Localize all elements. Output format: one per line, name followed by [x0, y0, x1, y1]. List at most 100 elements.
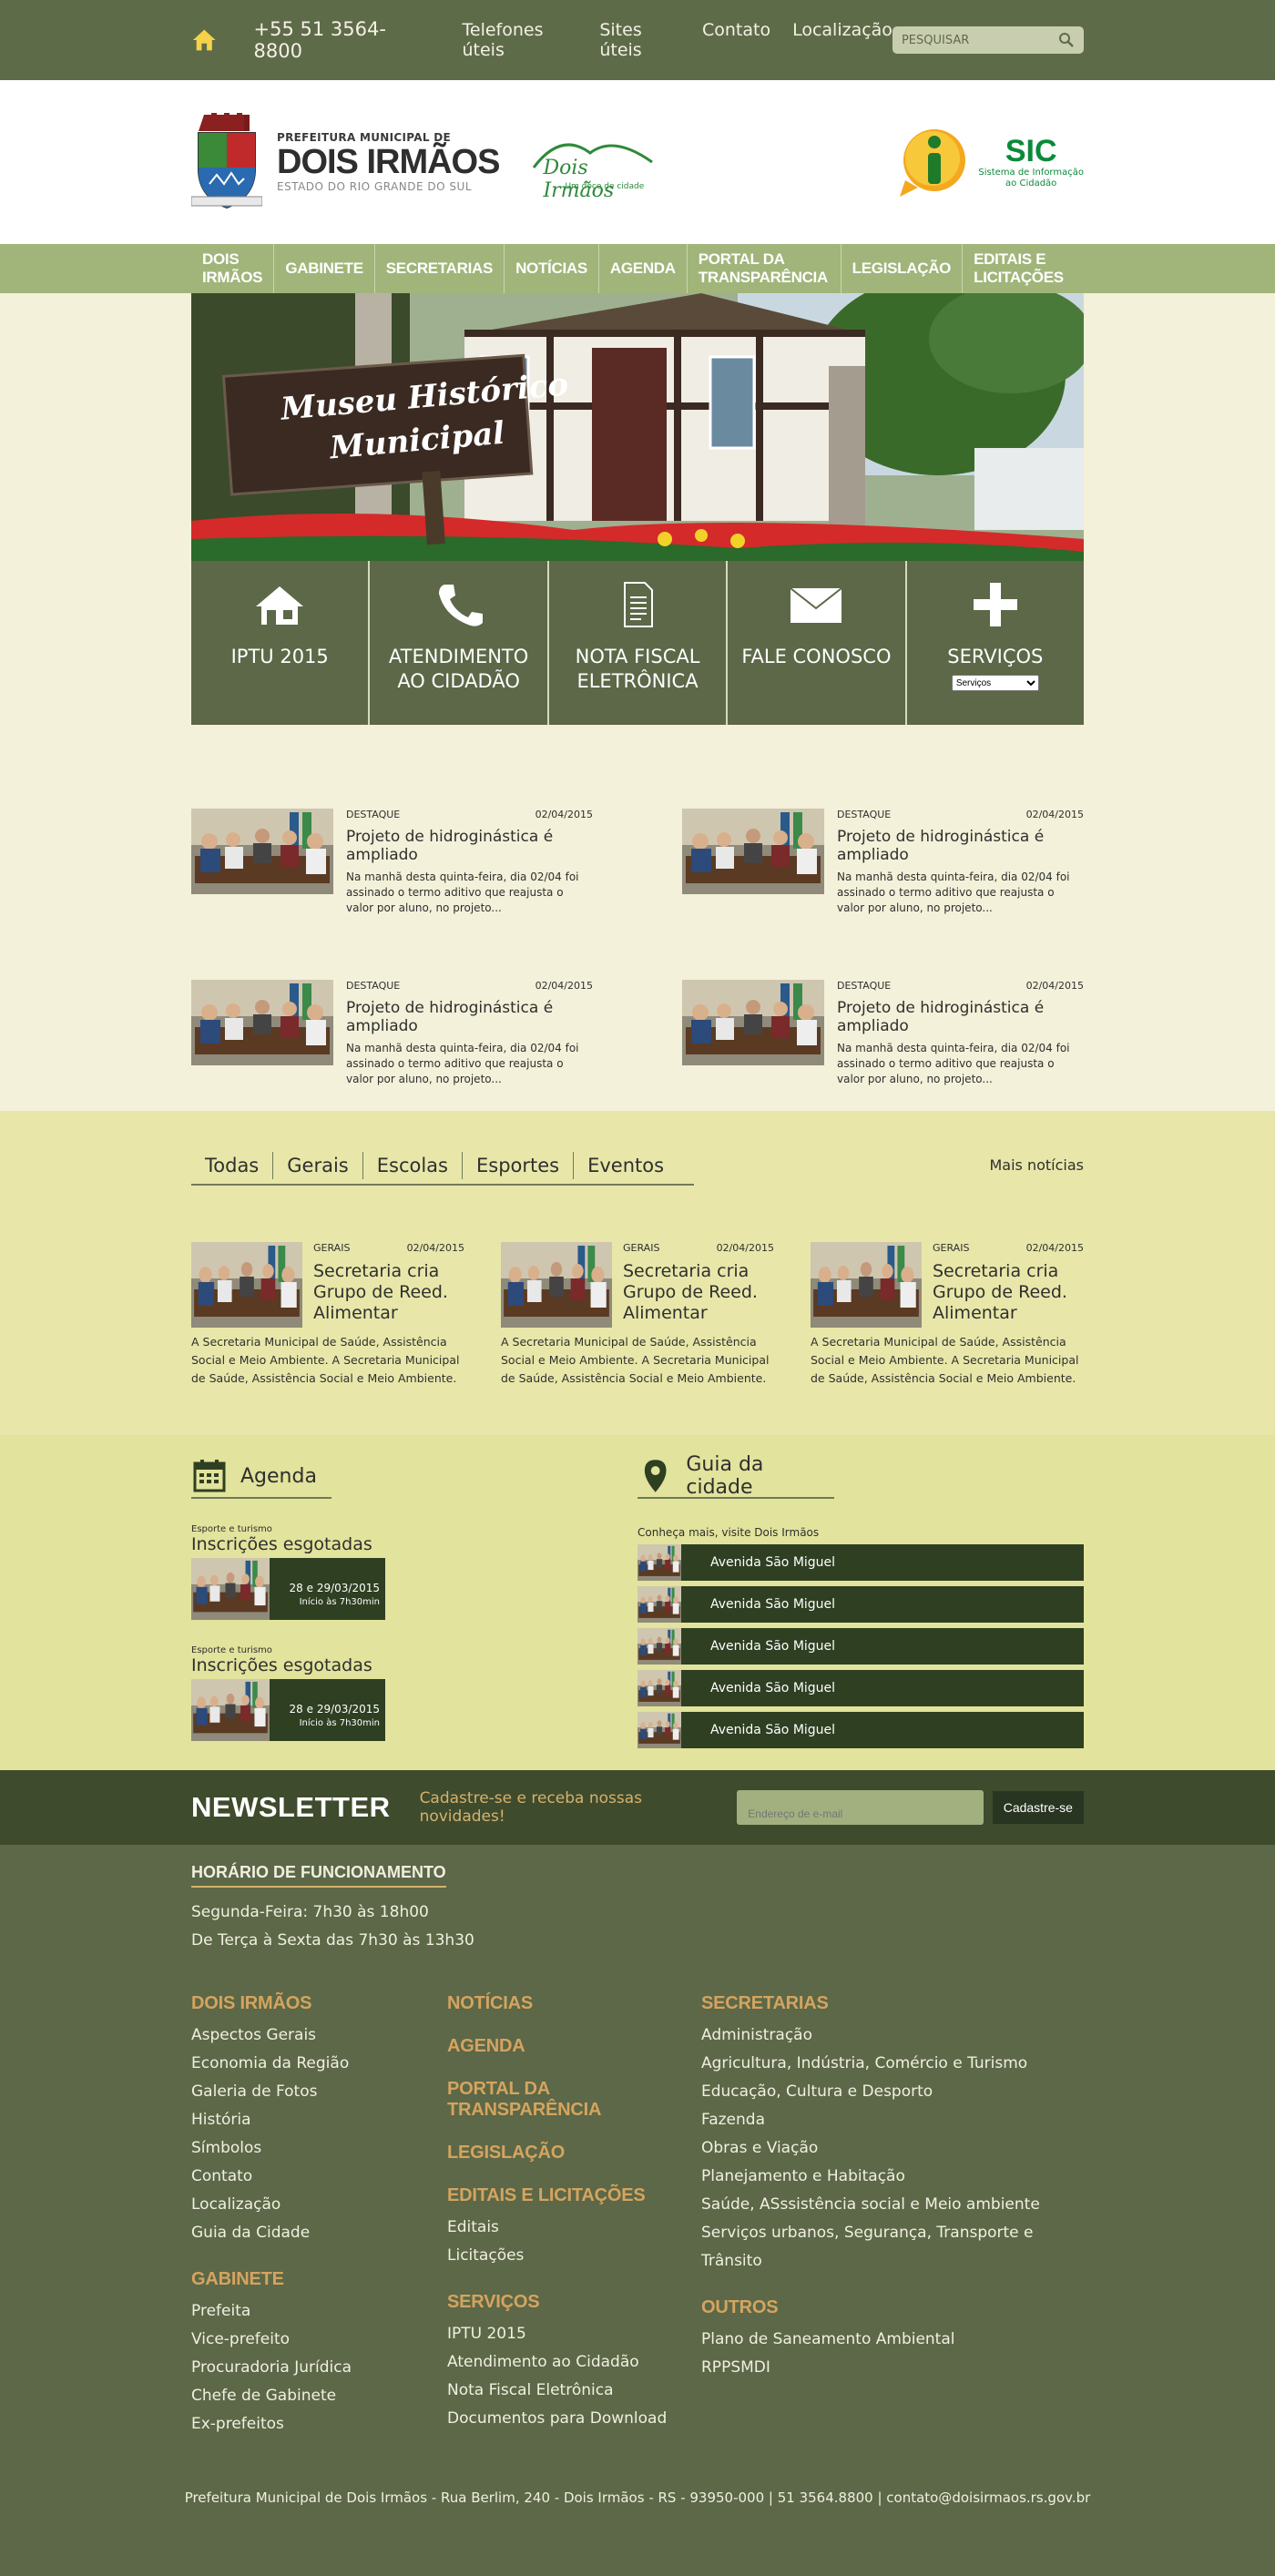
guide-item[interactable]: Avenida São Miguel	[638, 1544, 1084, 1581]
footer-heading[interactable]: Dois Irmãos	[191, 1993, 447, 2014]
news-card[interactable]: DESTAQUE 02/04/2015 Projeto de hidroginást…	[191, 980, 593, 1085]
guide-item[interactable]: Avenida São Miguel	[638, 1586, 1084, 1623]
guide-item[interactable]: Avenida São Miguel	[638, 1670, 1084, 1706]
footer-link[interactable]: Procuradoria Jurídica	[191, 2354, 447, 2382]
footer-link[interactable]: Licitações	[447, 2242, 701, 2270]
footer-link[interactable]: Economia da Região	[191, 2050, 447, 2078]
tab-gerais[interactable]: Gerais	[273, 1152, 363, 1179]
footer-heading[interactable]: Secretarias	[701, 1993, 1084, 2014]
banner-image[interactable]: Museu Histórico Municipal	[191, 293, 1084, 561]
agenda-event[interactable]: Esporte e turismo Inscrições esgotadas 2…	[191, 1524, 638, 1620]
news-title[interactable]: Secretaria cria Grupo de Reed. Alimentar	[313, 1261, 464, 1324]
footer-heading[interactable]: Notícias	[447, 1993, 701, 2014]
footer-link[interactable]: Chefe de Gabinete	[191, 2382, 447, 2410]
news-thumbnail[interactable]	[191, 980, 333, 1065]
guide-item[interactable]: Avenida São Miguel	[638, 1628, 1084, 1665]
event-thumbnail[interactable]	[191, 1679, 270, 1741]
footer-link[interactable]: Plano de Saneamento Ambiental	[701, 2326, 1084, 2354]
footer-link[interactable]: Galeria de Fotos	[191, 2078, 447, 2106]
link-sites[interactable]: Sites úteis	[599, 20, 680, 60]
footer-link[interactable]: Aspectos Gerais	[191, 2021, 447, 2050]
footer-link[interactable]: Nota Fiscal Eletrônica	[447, 2377, 701, 2405]
crest-logo[interactable]	[191, 113, 262, 211]
news-thumbnail[interactable]	[811, 1242, 922, 1328]
news-card[interactable]: DESTAQUE 02/04/2015 Projeto de hidroginást…	[682, 980, 1084, 1085]
search-icon[interactable]	[1058, 32, 1075, 48]
footer-link[interactable]: Vice-prefeito	[191, 2326, 447, 2354]
footer-link[interactable]: Documentos para Download	[447, 2405, 701, 2433]
guide-item[interactable]: Avenida São Miguel	[638, 1712, 1084, 1748]
link-localizacao[interactable]: Localização	[792, 20, 892, 60]
footer-link[interactable]: Fazenda	[701, 2106, 1084, 2134]
newsletter-email-input[interactable]	[737, 1790, 984, 1825]
news-title[interactable]: Projeto de hidroginástica é ampliado	[346, 999, 593, 1035]
doce-cidade-logo[interactable]: Dois Irmãos Um doce de cidade	[525, 126, 661, 202]
news-card[interactable]: DESTAQUE 02/04/2015 Projeto de hidroginást…	[191, 809, 593, 914]
news-title[interactable]: Projeto de hidroginástica é ampliado	[346, 828, 593, 864]
agenda-event[interactable]: Esporte e turismo Inscrições esgotadas 2…	[191, 1645, 638, 1741]
footer-link[interactable]: Localização	[191, 2191, 447, 2219]
news-title[interactable]: Secretaria cria Grupo de Reed. Alimentar	[623, 1261, 774, 1324]
search-input[interactable]: PESQUISAR	[892, 26, 1084, 54]
footer-heading[interactable]: Editais e Licitações	[447, 2185, 701, 2206]
footer-link[interactable]: Administração	[701, 2021, 1084, 2050]
nav-legislacao[interactable]: Legislação	[842, 244, 964, 293]
footer-link[interactable]: Contato	[191, 2163, 447, 2191]
nav-editais[interactable]: Editais e Licitações	[963, 244, 1084, 293]
home-icon[interactable]	[191, 26, 218, 54]
nav-noticias[interactable]: Notícias	[505, 244, 599, 293]
footer-link[interactable]: RPPSMDI	[701, 2354, 1084, 2382]
footer-heading[interactable]: Legislação	[447, 2143, 701, 2164]
tab-todas[interactable]: Todas	[191, 1152, 274, 1179]
footer-heading[interactable]: Agenda	[447, 2036, 701, 2057]
event-name[interactable]: Inscrições esgotadas	[191, 1534, 638, 1554]
footer-link[interactable]: Editais	[447, 2214, 701, 2242]
brand-name[interactable]: PREFEITURA MUNICIPAL DE DOIS IRMÃOS ESTA…	[277, 131, 500, 193]
tile-servicos[interactable]: SERVIÇOS Serviços	[907, 561, 1084, 725]
newsletter-submit-button[interactable]: Cadastre-se	[992, 1791, 1084, 1824]
tab-escolas[interactable]: Escolas	[363, 1152, 463, 1179]
footer-link[interactable]: Serviços urbanos, Segurança, Transporte …	[701, 2219, 1084, 2276]
footer-link[interactable]: Ex-prefeitos	[191, 2410, 447, 2439]
footer-link[interactable]: IPTU 2015	[447, 2320, 701, 2348]
guide-title[interactable]: Guia da cidade	[686, 1453, 834, 1499]
footer-heading[interactable]: Outros	[701, 2297, 1084, 2318]
footer-link[interactable]: Obras e Viação	[701, 2134, 1084, 2163]
news-card[interactable]: DESTAQUE 02/04/2015 Projeto de hidroginást…	[682, 809, 1084, 914]
news-thumbnail[interactable]	[191, 1242, 302, 1328]
footer-link[interactable]: Agricultura, Indústria, Comércio e Turis…	[701, 2050, 1084, 2078]
footer-link[interactable]: Saúde, ASssistência social e Meio ambien…	[701, 2191, 1084, 2219]
news-thumbnail[interactable]	[191, 809, 333, 894]
event-thumbnail[interactable]	[191, 1558, 270, 1620]
tile-atendimento[interactable]: ATENDIMENTO AO CIDADÃO	[370, 561, 549, 725]
more-news-link[interactable]: Mais notícias	[989, 1156, 1084, 1174]
footer-link[interactable]: Prefeita	[191, 2297, 447, 2326]
news-thumbnail[interactable]	[682, 809, 824, 894]
footer-heading[interactable]: Serviços	[447, 2292, 701, 2313]
news-thumbnail[interactable]	[501, 1242, 612, 1328]
link-contato[interactable]: Contato	[702, 20, 770, 60]
footer-link[interactable]: Símbolos	[191, 2134, 447, 2163]
news-card[interactable]: GERAIS 02/04/2015 Secretaria cria Grupo de…	[191, 1242, 464, 1388]
nav-agenda[interactable]: Agenda	[599, 244, 688, 293]
event-name[interactable]: Inscrições esgotadas	[191, 1655, 638, 1675]
nav-gabinete[interactable]: Gabinete	[274, 244, 375, 293]
link-telefones[interactable]: Telefones úteis	[463, 20, 578, 60]
nav-dois-irmaos[interactable]: Dois Irmãos	[191, 244, 275, 293]
tile-fale-conosco[interactable]: FALE CONOSCO	[728, 561, 907, 725]
tab-eventos[interactable]: Eventos	[574, 1152, 678, 1179]
footer-link[interactable]: Educação, Cultura e Desporto	[701, 2078, 1084, 2106]
services-select[interactable]: Serviços	[951, 675, 1039, 691]
news-title[interactable]: Secretaria cria Grupo de Reed. Alimentar	[933, 1261, 1084, 1324]
agenda-title[interactable]: Agenda	[240, 1465, 317, 1488]
footer-heading[interactable]: Gabinete	[191, 2269, 447, 2290]
footer-link[interactable]: História	[191, 2106, 447, 2134]
footer-link[interactable]: Planejamento e Habitação	[701, 2163, 1084, 2191]
tile-nota-fiscal[interactable]: NOTA FISCAL ELETRÔNICA	[549, 561, 729, 725]
tab-esportes[interactable]: Esportes	[463, 1152, 575, 1179]
sic-logo[interactable]: SIC Sistema de Informação ao Cidadão	[898, 126, 1084, 199]
nav-transparencia[interactable]: Portal da Transparência	[688, 244, 842, 293]
news-title[interactable]: Projeto de hidroginástica é ampliado	[837, 828, 1084, 864]
footer-link[interactable]: Atendimento ao Cidadão	[447, 2348, 701, 2377]
footer-link[interactable]: Guia da Cidade	[191, 2219, 447, 2247]
